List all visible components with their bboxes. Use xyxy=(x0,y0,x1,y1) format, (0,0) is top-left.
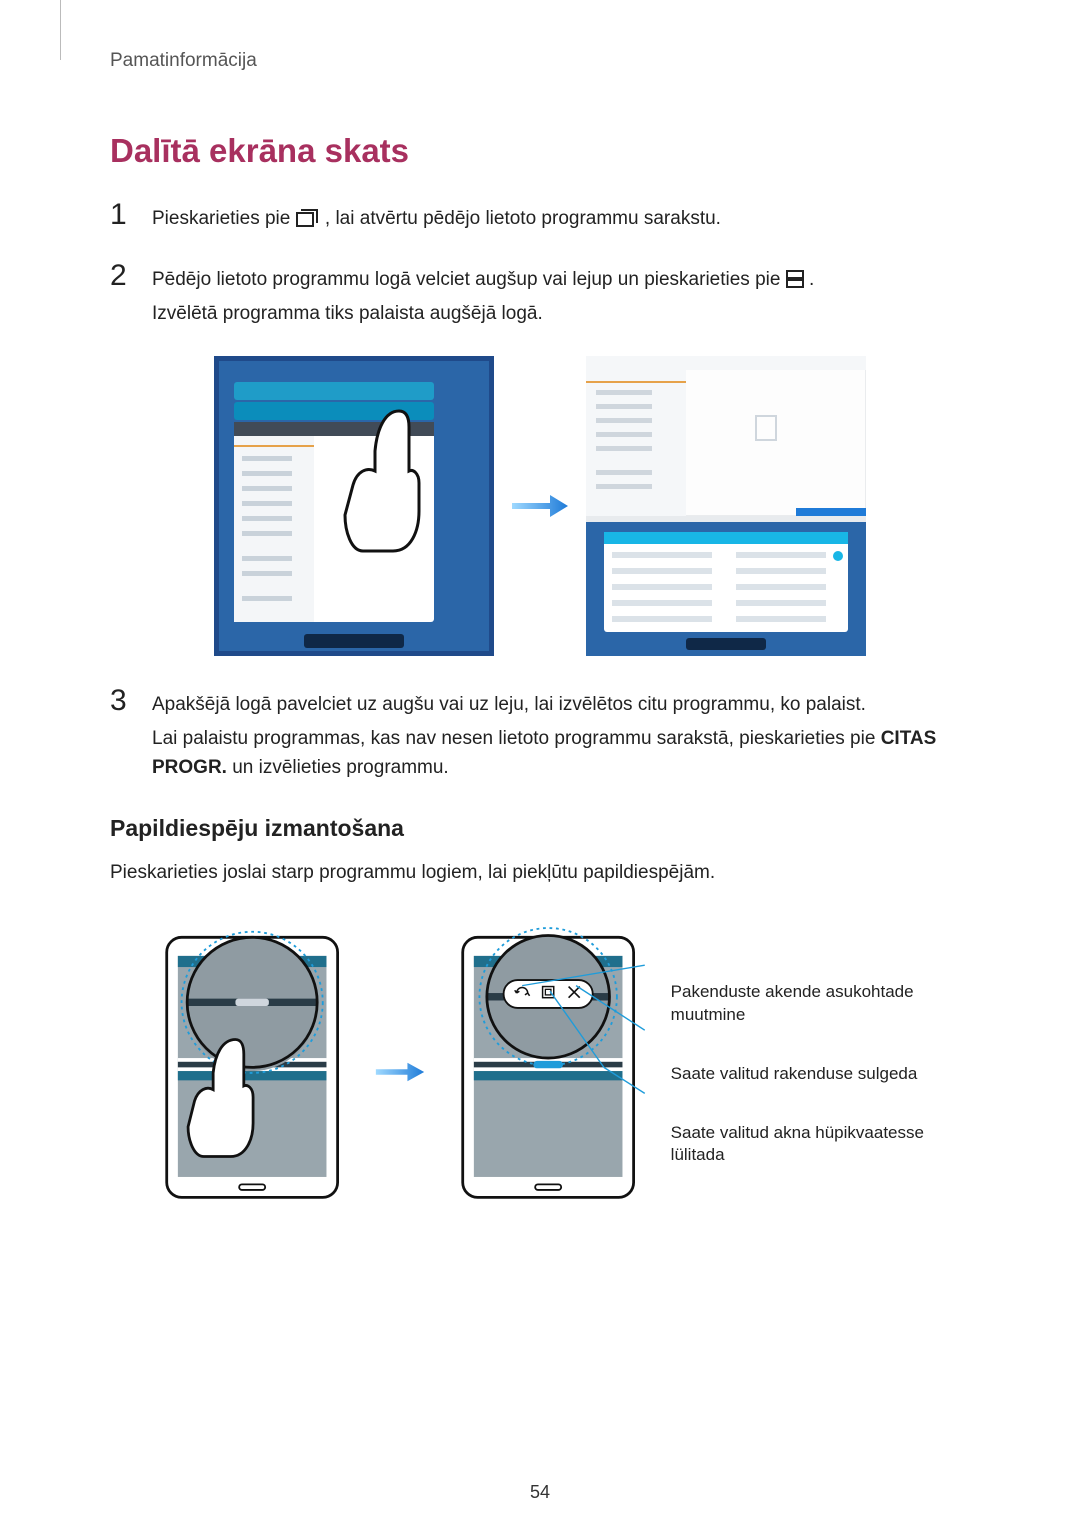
tablet-handle-right xyxy=(446,917,650,1227)
figure-labels: Pakenduste akende asukohtade muutmine Sa… xyxy=(671,977,970,1168)
step-number: 2 xyxy=(110,261,138,332)
step-1: 1 Pieskarieties pie , lai atvērtu pēdējo… xyxy=(110,200,970,237)
tablet-illustration-left xyxy=(214,356,494,656)
recents-icon xyxy=(296,209,320,227)
step-2: 2 Pēdējo lietoto programmu logā velciet … xyxy=(110,261,970,332)
label-swap: Pakenduste akende asukohtade muutmine xyxy=(671,981,970,1027)
step1-text-b: , lai atvērtu pēdējo lietoto programmu s… xyxy=(325,208,721,229)
step-number: 3 xyxy=(110,686,138,786)
arrow-icon xyxy=(510,491,570,521)
figure-split-drag xyxy=(110,356,970,656)
step3-text-b: un izvēlieties programmu. xyxy=(232,757,448,778)
step3-text-a: Lai palaistu programmas, kas nav nesen l… xyxy=(152,728,881,749)
label-popup: Saate valitud akna hüpikvaatesse lülitad… xyxy=(671,1122,970,1168)
step2-text-b: . xyxy=(809,269,814,290)
tablet-illustration-right xyxy=(586,356,866,656)
tablet-handle-left xyxy=(150,917,354,1227)
split-icon xyxy=(786,270,804,288)
step-3: 3 Apakšējā logā pavelciet uz augšu vai u… xyxy=(110,686,970,786)
section-body: Pieskarieties joslai starp programmu log… xyxy=(110,858,970,887)
step3-line1: Apakšējā logā pavelciet uz augšu vai uz … xyxy=(152,690,970,719)
figure-handle-options: Pakenduste akende asukohtade muutmine Sa… xyxy=(110,917,970,1227)
step-number: 1 xyxy=(110,200,138,237)
step2-text-a: Pēdējo lietoto programmu logā velciet au… xyxy=(152,269,786,290)
step1-text-a: Pieskarieties pie xyxy=(152,208,296,229)
arrow-icon xyxy=(374,1058,426,1086)
breadcrumb: Pamatinformācija xyxy=(110,50,970,72)
label-close: Saate valitud rakenduse sulgeda xyxy=(671,1063,970,1086)
section-subtitle: Papildiespēju izmantošana xyxy=(110,815,970,842)
page-number: 54 xyxy=(0,1482,1080,1503)
page-title: Dalītā ekrāna skats xyxy=(110,132,970,170)
step2-line2: Izvēlētā programma tiks palaista augšējā… xyxy=(152,299,814,328)
